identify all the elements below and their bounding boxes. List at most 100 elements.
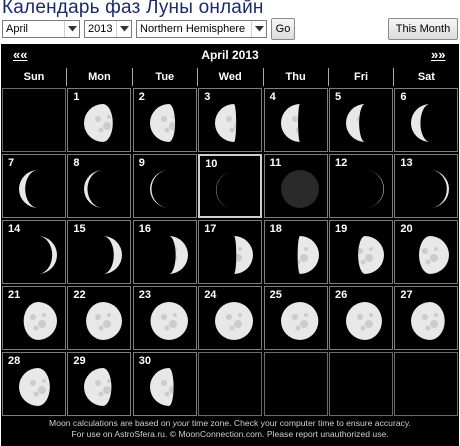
day-cell: 7 [2,154,66,218]
moon-phase-icon [23,302,57,340]
day-number: 26 [335,289,348,301]
day-number: 17 [204,223,217,235]
day-cell: 8 [67,154,132,218]
day-cell: 18 [263,220,328,284]
day-cell: 11 [263,154,328,218]
moon-phase-icon [411,302,446,340]
day-cell: 2 [132,88,197,152]
day-number: 4 [269,91,276,103]
day-cell: 1 [67,88,132,152]
moon-phase-icon [346,302,382,340]
day-cell: 13 [394,154,459,218]
weekday-mon: Mon [88,71,111,83]
day-cell: 12 [329,154,393,218]
footer-line-1: Moon calculations are based on your time… [49,418,411,428]
moon-phase-icon [86,302,123,340]
day-number: 11 [269,157,282,169]
day-number: 30 [138,355,152,367]
day-number: 20 [400,223,413,235]
day-number: 13 [400,157,413,169]
day-cell: 27 [394,286,459,350]
day-number: 6 [400,91,407,103]
moon-phase-icon [419,236,450,274]
year-value: 2013 [88,23,113,35]
empty-day-cell [394,352,459,416]
day-cell: 22 [67,286,132,350]
moon-phase-icon [149,104,175,142]
moon-phase-icon [149,368,174,406]
day-number: 16 [138,223,152,235]
moon-phase-icon [19,368,50,406]
day-number: 18 [269,223,282,235]
moon-phase-icon [358,236,384,274]
hemisphere-value: Northern Hemisphere [140,23,246,35]
day-cell: 30 [132,352,197,416]
day-number: 28 [8,355,21,367]
next-month-link[interactable]: »» [431,44,445,66]
moon-phase-icon [215,302,254,340]
day-number: 29 [73,355,86,367]
month-select[interactable]: April [2,20,80,38]
moon-phase-icon [168,236,188,274]
day-cell: 9 [132,154,197,218]
chevron-down-icon [64,21,79,37]
day-number: 2 [138,91,145,103]
weekday-wed: Wed [218,71,242,83]
moon-phase-icon [215,104,237,142]
weekday-tue: Tue [155,71,175,83]
footer-note: Moon calculations are based on your time… [1,418,459,446]
weekday-divider [393,68,395,86]
chevron-down-icon [116,21,131,37]
day-number: 27 [400,289,413,301]
moon-phase-icon [297,236,319,274]
moon-phase-icon [411,104,431,142]
day-number: 15 [73,223,86,235]
day-cell: 14 [2,220,66,284]
weekday-divider [66,68,68,86]
day-number: 25 [269,289,282,301]
day-number: 24 [204,289,217,301]
year-select[interactable]: 2013 [84,20,132,38]
day-number: 23 [138,289,152,301]
weekday-divider [197,68,199,86]
moon-phase-icon [365,170,384,208]
day-cell: 16 [132,220,197,284]
day-cell: 20 [394,220,459,284]
moon-phase-icon [280,170,319,208]
day-cell: 4 [263,88,328,152]
day-cell: 3 [198,88,263,152]
day-number: 12 [335,157,348,169]
weekday-sun: Sun [23,71,45,83]
day-cell: 29 [67,352,132,416]
empty-day-cell [263,352,328,416]
moon-calendar: «« April 2013 »» Sun Mon Tue Wed Thu Fri Sat 1… [1,44,459,446]
this-month-button[interactable]: This Month [388,18,458,40]
moon-phase-icon [103,236,123,274]
day-cell: 6 [394,88,459,152]
moon-phase-icon [280,104,300,142]
weekday-thu: Thu [285,71,306,83]
footer-line-2: For use on AstroSfera.ru. © MoonConnecti… [71,428,389,439]
moon-phase-icon [84,368,112,406]
calendar-title: April 2013 [201,48,259,62]
empty-day-cell [2,88,66,152]
day-cell: 28 [2,352,66,416]
moon-phase-icon [19,170,38,208]
moon-phase-icon [430,170,450,208]
weekday-divider [262,68,264,86]
empty-day-cell [198,352,263,416]
weekday-fri: Fri [353,71,369,83]
page-title: Календарь фаз Луны онлайн [2,0,264,18]
day-cell: 19 [329,220,393,284]
day-cell: 10 [198,154,263,218]
day-cell: 5 [329,88,393,152]
day-cell: 23 [132,286,197,350]
chevron-down-icon [251,21,266,37]
day-cell: 25 [263,286,328,350]
moon-phase-icon [346,104,365,142]
day-cell: 24 [198,286,263,350]
moon-phase-icon [216,171,236,209]
hemisphere-select[interactable]: Northern Hemisphere [136,20,267,38]
go-button[interactable]: Go [271,18,295,40]
day-number: 22 [73,289,86,301]
